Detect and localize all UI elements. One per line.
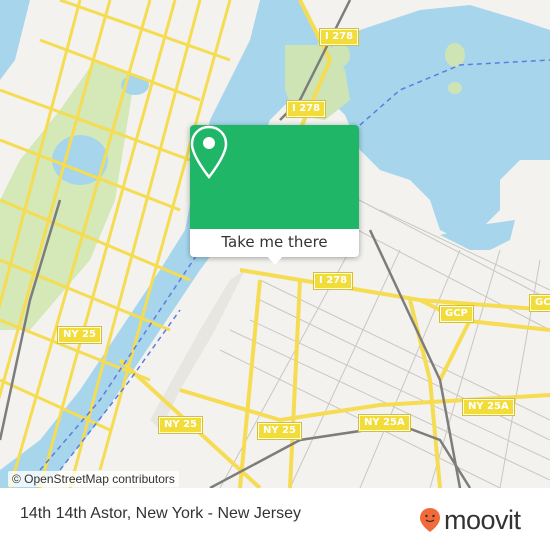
map-pin-icon: [190, 125, 228, 179]
highway-shield-i278: I 278: [318, 28, 360, 46]
highway-shield-gcp: GCP: [529, 294, 550, 312]
popup-tail: [267, 256, 283, 265]
river-water: [0, 0, 30, 80]
highway-shield-i278: I 278: [285, 100, 327, 118]
location-popup: Take me there: [190, 125, 359, 265]
brand-name: moovit: [444, 504, 521, 535]
map-view[interactable]: I 278 I 278 I 278 GCP GCP NY 25 NY 25 NY…: [0, 0, 550, 488]
popup-header: [190, 125, 359, 229]
small-island-3: [448, 82, 462, 94]
moovit-smiley-pin-icon: [420, 508, 440, 532]
highway-shield-ny25a: NY 25A: [462, 398, 515, 416]
small-island-2: [445, 43, 465, 67]
location-title: 14th 14th Astor, New York - New Jersey: [20, 505, 302, 522]
highway-shield-ny25a: NY 25: [256, 422, 303, 440]
highway-shield-ny25: NY 25: [157, 416, 204, 434]
highway-shield-i278: I 278: [312, 272, 354, 290]
moovit-logo[interactable]: moovit: [419, 505, 521, 535]
highway-shield-ny25a: NY 25A: [358, 414, 411, 432]
take-me-there-button[interactable]: Take me there: [190, 229, 359, 257]
map-attribution[interactable]: © OpenStreetMap contributors: [8, 471, 179, 487]
small-island: [330, 43, 350, 67]
highway-shield-ny25: NY 25: [56, 326, 103, 344]
highway-shield-gcp: GCP: [439, 305, 474, 323]
